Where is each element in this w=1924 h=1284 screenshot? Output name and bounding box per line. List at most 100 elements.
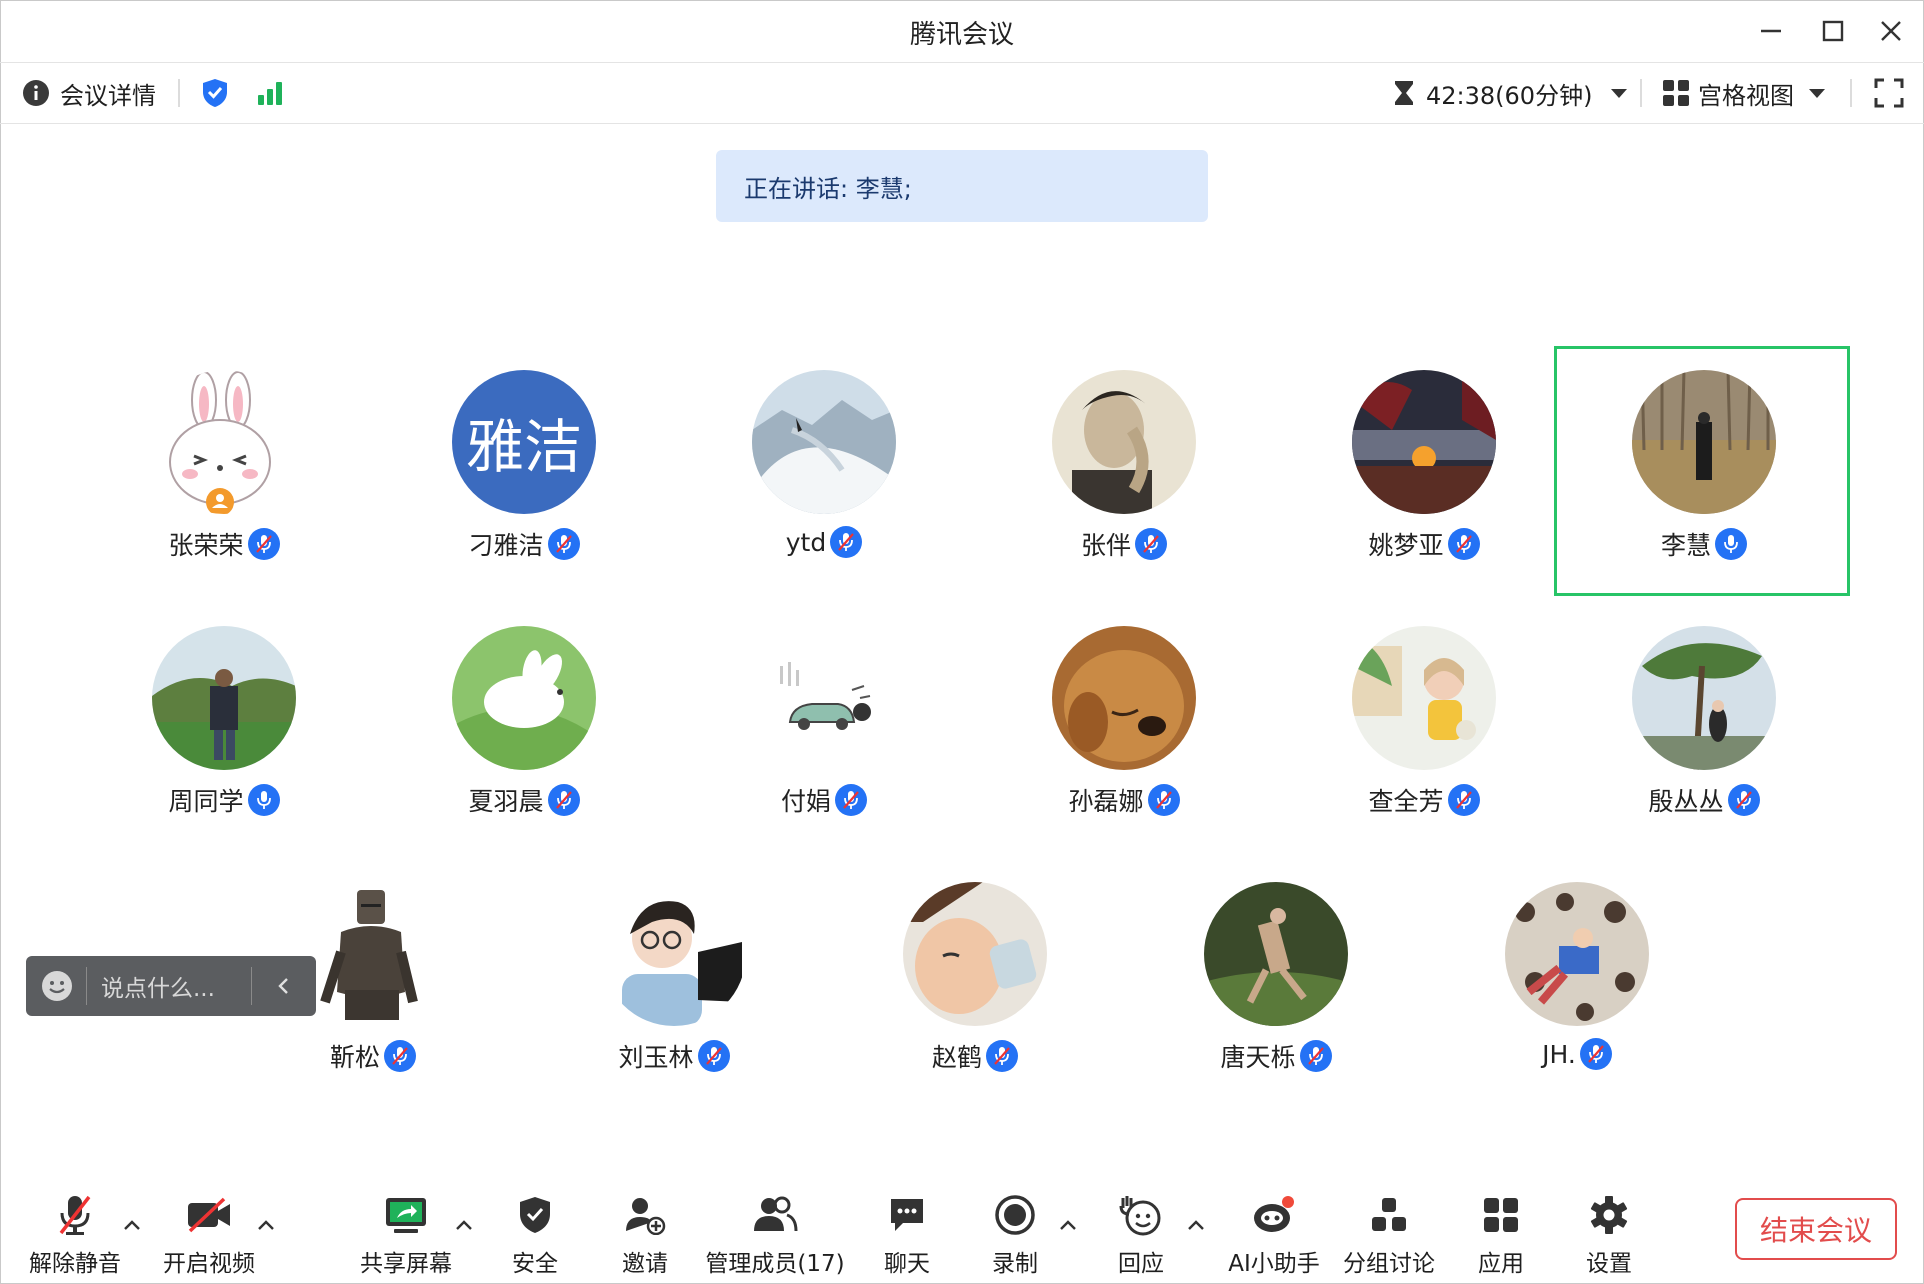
avatar — [452, 626, 596, 770]
participant-name: 夏羽晨 — [468, 787, 544, 816]
window-title: 腾讯会议 — [909, 20, 1014, 50]
mic-muted-icon — [830, 526, 863, 558]
participant-tile[interactable]: 查全芳 — [1276, 606, 1572, 846]
participant-name: 刘玉林 — [618, 1043, 694, 1072]
mic-muted-icon — [1135, 528, 1167, 560]
participant-name: 殷丛丛 — [1648, 787, 1724, 816]
apps-button[interactable]: 应用 — [1466, 1180, 1536, 1284]
participant-name-row: 刘玉林 — [526, 1038, 822, 1074]
ai-assistant-icon — [1254, 1196, 1294, 1232]
meeting-timer[interactable]: 42:38(60分钟) — [1392, 63, 1628, 123]
apps-label: 应用 — [1478, 1251, 1524, 1277]
record-options-chevron-icon[interactable] — [1058, 1218, 1078, 1232]
share-options-chevron-icon[interactable] — [454, 1218, 474, 1232]
participant-name-row: ytd — [676, 526, 972, 558]
participant-name: 孙磊娜 — [1068, 787, 1144, 816]
participant-name-row: 查全芳 — [1276, 782, 1572, 818]
security-button[interactable]: 安全 — [500, 1180, 570, 1284]
chat-input-placeholder[interactable]: 说点什么... — [101, 969, 251, 1003]
manage-members-button[interactable]: 管理成员(17) — [705, 1180, 845, 1284]
participant-tile[interactable]: 赵鹤 — [827, 862, 1123, 1102]
participant-tile[interactable]: 唐天栎 — [1128, 862, 1424, 1102]
avatar-initials: 雅洁 — [465, 413, 582, 481]
record-label: 录制 — [992, 1251, 1038, 1277]
avatar — [1632, 370, 1776, 514]
participant-tile[interactable]: 付娟 — [676, 606, 972, 846]
grid-view-icon — [1663, 80, 1689, 106]
participant-name: JH. — [1542, 1039, 1576, 1069]
ai-assistant-button[interactable]: AI小助手 — [1224, 1180, 1324, 1284]
divider — [1640, 79, 1642, 107]
participant-name: 刁雅洁 — [468, 531, 544, 560]
avatar — [903, 882, 1047, 1026]
participant-tile[interactable]: 孙磊娜 — [976, 606, 1272, 846]
video-options-chevron-icon[interactable] — [256, 1218, 276, 1232]
participant-tile[interactable]: 张伴 — [976, 350, 1272, 590]
react-options-chevron-icon[interactable] — [1186, 1218, 1206, 1232]
avatar — [152, 370, 296, 514]
unmute-button[interactable]: 解除静音 — [22, 1180, 128, 1284]
unmute-options-chevron-icon[interactable] — [122, 1218, 142, 1232]
avatar — [602, 882, 746, 1026]
security-shield-icon[interactable] — [200, 63, 230, 123]
divider — [251, 967, 252, 1005]
breakout-label: 分组讨论 — [1343, 1251, 1435, 1277]
unmute-label: 解除静音 — [29, 1251, 121, 1277]
close-icon[interactable] — [1874, 14, 1908, 48]
minimize-icon[interactable] — [1754, 14, 1788, 48]
participant-tile[interactable]: 雅洁 刁雅洁 — [376, 350, 672, 590]
react-button[interactable]: 回应 — [1106, 1180, 1176, 1284]
meeting-details-button[interactable]: 会议详情 — [22, 63, 156, 123]
gear-icon — [1590, 1196, 1628, 1234]
emoji-icon[interactable] — [40, 969, 74, 1003]
invite-button[interactable]: 邀请 — [610, 1180, 680, 1284]
collapse-chevron-icon[interactable] — [274, 976, 294, 996]
meeting-toolbar: 会议详情 42:38(60分钟) 宫格视图 — [0, 62, 1924, 124]
end-meeting-button[interactable]: 结束会议 — [1735, 1198, 1897, 1260]
participant-name-row: 姚梦亚 — [1276, 526, 1572, 562]
participant-tile[interactable]: 李慧 — [1556, 350, 1852, 590]
info-icon — [23, 80, 49, 106]
participant-name: 周同学 — [168, 787, 244, 816]
settings-button[interactable]: 设置 — [1574, 1180, 1644, 1284]
share-screen-button[interactable]: 共享屏幕 — [356, 1180, 456, 1284]
maximize-icon[interactable] — [1816, 14, 1850, 48]
participant-tile[interactable]: 周同学 — [76, 606, 372, 846]
participant-tile[interactable]: 夏羽晨 — [376, 606, 672, 846]
title-bar: 腾讯会议 — [0, 0, 1924, 62]
participant-tile[interactable]: 张荣荣 — [76, 350, 372, 590]
control-bar: 解除静音 开启视频 共享屏幕 安全 邀请 管理成员(17) 聊天 录制 回应 A… — [0, 1180, 1924, 1284]
mic-muted-icon — [1727, 784, 1760, 816]
participant-name-row: 殷丛丛 — [1556, 782, 1852, 818]
participant-tile[interactable]: 殷丛丛 — [1556, 606, 1852, 846]
participant-name-row: 孙磊娜 — [976, 782, 1272, 818]
chevron-down-icon — [1611, 89, 1628, 98]
record-button[interactable]: 录制 — [980, 1180, 1050, 1284]
participant-name: 李慧 — [1660, 531, 1711, 560]
avatar — [1052, 626, 1196, 770]
avatar — [301, 882, 445, 1026]
invite-label: 邀请 — [622, 1251, 668, 1277]
mic-muted-icon — [1147, 784, 1180, 816]
participant-tile[interactable]: 姚梦亚 — [1276, 350, 1572, 590]
participant-name-row: 张荣荣 — [76, 526, 372, 562]
chat-button[interactable]: 聊天 — [872, 1180, 942, 1284]
participant-name-row: 张伴 — [976, 526, 1272, 562]
participant-name-row: 唐天栎 — [1128, 1038, 1424, 1074]
avatar — [1632, 626, 1776, 770]
participant-name: 付娟 — [780, 787, 831, 816]
mic-muted-icon — [986, 1040, 1018, 1072]
breakout-rooms-button[interactable]: 分组讨论 — [1342, 1180, 1436, 1284]
participant-tile[interactable]: 刘玉林 — [526, 862, 822, 1102]
start-video-button[interactable]: 开启视频 — [156, 1180, 262, 1284]
reaction-icon — [1119, 1196, 1161, 1236]
participant-tile[interactable]: ytd — [676, 350, 972, 590]
chat-input-box[interactable]: 说点什么... — [26, 956, 316, 1016]
view-mode-dropdown[interactable]: 宫格视图 — [1662, 63, 1826, 123]
fullscreen-icon[interactable] — [1874, 63, 1904, 123]
apps-icon — [1484, 1198, 1518, 1232]
participant-name: 赵鹤 — [931, 1043, 982, 1072]
participant-name: ytd — [785, 527, 827, 557]
participant-tile[interactable]: JH. — [1429, 862, 1725, 1102]
network-signal-icon[interactable] — [256, 63, 286, 123]
